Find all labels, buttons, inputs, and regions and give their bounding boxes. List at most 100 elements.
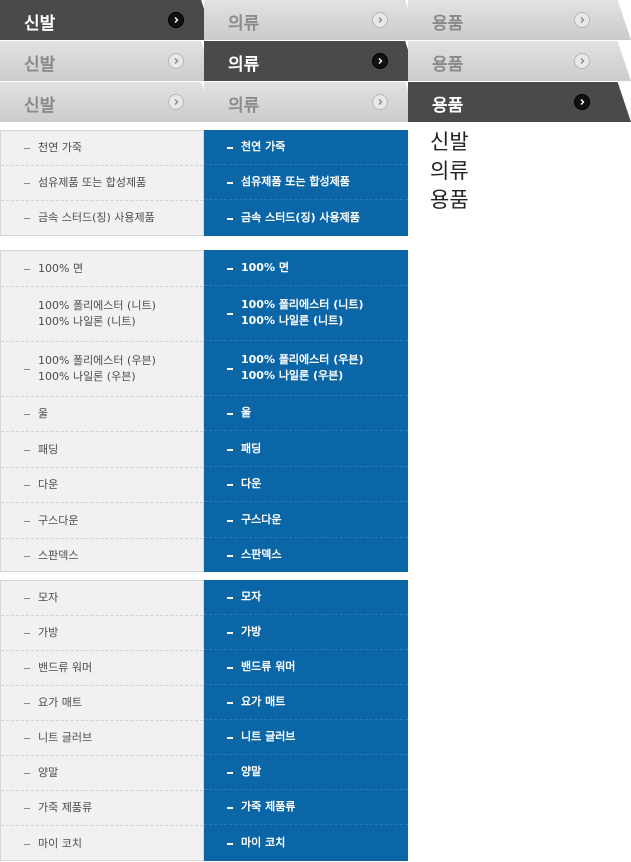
dash-icon	[227, 702, 233, 704]
list-item[interactable]: 패딩	[1, 432, 203, 468]
list-item[interactable]: 모자	[1, 581, 203, 616]
list-item[interactable]: 100% 면	[204, 250, 408, 286]
dash-icon	[24, 449, 30, 451]
tab-row-2: 신발 의류 용품	[0, 41, 631, 81]
shoes-list-panel: 천연 가죽 섬유제품 또는 합성제품 금속 스터드(징) 사용제품 천연 가죽 …	[0, 130, 408, 236]
tab-clothing[interactable]: 의류	[204, 82, 418, 122]
list-item[interactable]: 100% 면	[1, 251, 203, 287]
list-item[interactable]: 양말	[204, 755, 408, 790]
dash-icon	[227, 484, 233, 486]
tab-label: 신발	[24, 55, 56, 75]
goods-list-default: 모자 가방 밴드류 워머 요가 매트 니트 글러브 양말 가죽 제품류 마이 코…	[0, 580, 204, 861]
list-item[interactable]: 100% 폴리에스터 (우븐) 100% 나일론 (우븐)	[204, 341, 408, 396]
dash-icon	[227, 182, 233, 184]
list-item[interactable]: 다운	[204, 467, 408, 502]
dash-icon	[227, 632, 233, 634]
dash-icon	[227, 267, 233, 270]
list-item[interactable]: 가방	[204, 615, 408, 650]
list-item[interactable]: 구스다운	[1, 503, 203, 539]
tab-shoes[interactable]: 신발	[0, 41, 214, 81]
dash-icon	[24, 703, 30, 704]
list-item[interactable]: 밴드류 워머	[204, 650, 408, 685]
dash-icon	[24, 485, 30, 486]
dash-icon	[227, 519, 233, 522]
dash-icon	[227, 772, 233, 774]
tab-goods[interactable]: 용품	[408, 0, 631, 40]
tab-shoes[interactable]: 신발	[0, 82, 214, 122]
chevron-right-icon	[372, 53, 388, 69]
dash-icon	[24, 268, 30, 270]
tab-goods[interactable]: 용품	[408, 41, 631, 81]
list-item[interactable]: 천연 가죽	[1, 131, 203, 166]
tab-label: 용품	[432, 55, 464, 75]
tab-row-3: 신발 의류 용품	[0, 82, 631, 122]
dash-icon	[24, 556, 30, 557]
list-item[interactable]: 요가 매트	[1, 686, 203, 721]
dash-icon	[227, 368, 233, 370]
chevron-right-icon	[574, 53, 590, 69]
chevron-right-icon	[372, 12, 388, 28]
dash-icon	[227, 413, 233, 415]
list-item[interactable]: 섬유제품 또는 합성제품	[204, 165, 408, 200]
list-item[interactable]: 요가 매트	[204, 685, 408, 720]
goods-list-hover: 모자 가방 밴드류 워머 요가 매트 니트 글러브 양말 가죽 제품류 마이 코…	[204, 580, 408, 861]
dash-icon	[227, 313, 233, 315]
tab-label: 의류	[228, 14, 260, 34]
dash-icon	[24, 598, 30, 599]
dash-icon	[24, 369, 30, 370]
list-item[interactable]: 금속 스터드(징) 사용제품	[204, 200, 408, 236]
list-item[interactable]: 가죽 제품류	[1, 791, 203, 826]
list-item[interactable]: 금속 스터드(징) 사용제품	[1, 201, 203, 235]
dash-icon	[24, 414, 30, 415]
chevron-right-icon	[168, 53, 184, 69]
list-item[interactable]: 니트 글러브	[1, 721, 203, 756]
list-item[interactable]: 섬유제품 또는 합성제품	[1, 166, 203, 201]
list-item[interactable]: 양말	[1, 756, 203, 791]
dash-icon	[227, 807, 233, 809]
dash-icon	[227, 843, 233, 845]
tab-label: 신발	[24, 14, 56, 34]
clothing-list-default: 100% 면 100% 폴리에스터 (니트) 100% 나일론 (니트) 100…	[0, 250, 204, 572]
plain-text-menu: 신발 의류 용품	[430, 128, 469, 215]
dash-icon	[24, 218, 30, 219]
list-item[interactable]: 구스다운	[204, 502, 408, 538]
list-item[interactable]: 밴드류 워머	[1, 651, 203, 686]
tab-shoes[interactable]: 신발	[0, 0, 214, 40]
dash-icon	[24, 668, 30, 669]
dash-icon	[24, 773, 30, 774]
list-item[interactable]: 스판덱스	[204, 538, 408, 572]
dash-icon	[227, 597, 233, 599]
tab-goods[interactable]: 용품	[408, 82, 631, 122]
list-item[interactable]: 100% 폴리에스터 (우븐) 100% 나일론 (우븐)	[1, 342, 203, 397]
tab-clothing[interactable]: 의류	[204, 0, 418, 40]
chevron-right-icon	[168, 94, 184, 110]
tab-label: 의류	[228, 55, 260, 75]
clothing-list-hover: 100% 면 100% 폴리에스터 (니트) 100% 나일론 (니트) 100…	[204, 250, 408, 572]
dash-icon	[24, 183, 30, 184]
list-item[interactable]: 모자	[204, 580, 408, 615]
list-item[interactable]: 마이 코치	[1, 826, 203, 862]
list-item[interactable]: 100% 폴리에스터 (니트) 100% 나일론 (니트)	[204, 286, 408, 341]
list-item[interactable]: 가방	[1, 616, 203, 651]
list-item[interactable]: 패딩	[204, 431, 408, 467]
plain-menu-clothing[interactable]: 의류	[430, 157, 469, 186]
dash-icon	[24, 844, 30, 845]
chevron-right-icon	[574, 94, 590, 110]
plain-menu-shoes[interactable]: 신발	[430, 128, 469, 157]
list-item[interactable]: 스판덱스	[1, 539, 203, 573]
list-item[interactable]: 가죽 제품류	[204, 790, 408, 825]
dash-icon	[24, 520, 30, 522]
chevron-right-icon	[168, 12, 184, 28]
list-item[interactable]: 마이 코치	[204, 825, 408, 861]
dash-icon	[24, 633, 30, 634]
list-item[interactable]: 울	[1, 397, 203, 432]
list-item[interactable]: 천연 가죽	[204, 130, 408, 165]
list-item[interactable]: 100% 폴리에스터 (니트) 100% 나일론 (니트)	[1, 287, 203, 342]
dash-icon	[227, 667, 233, 669]
list-item[interactable]: 다운	[1, 468, 203, 503]
tab-clothing[interactable]: 의류	[204, 41, 418, 81]
chevron-right-icon	[574, 12, 590, 28]
list-item[interactable]: 울	[204, 396, 408, 431]
plain-menu-goods[interactable]: 용품	[430, 186, 469, 215]
list-item[interactable]: 니트 글러브	[204, 720, 408, 755]
